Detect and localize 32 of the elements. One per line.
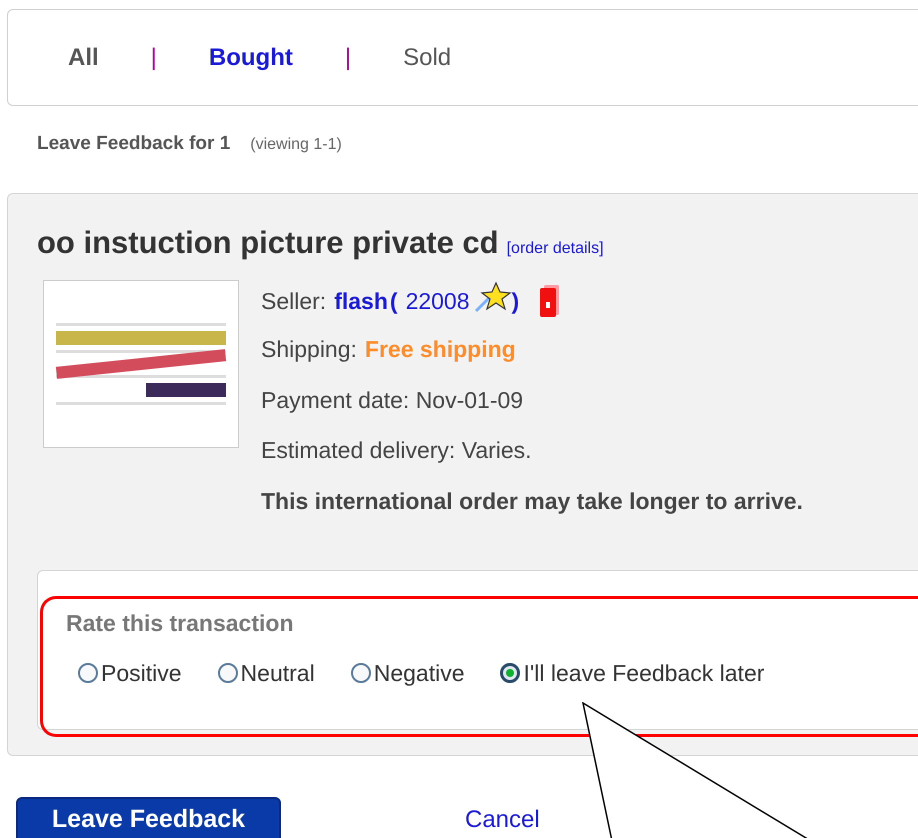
radio-button[interactable]	[78, 663, 98, 684]
shipping-label: Shipping:	[261, 335, 357, 364]
tab[interactable]: All	[68, 40, 99, 76]
open-paren: (	[390, 286, 398, 316]
option-label[interactable]: I'll leave Feedback later	[523, 656, 764, 690]
radio-button[interactable]	[350, 663, 371, 684]
tab[interactable]: Bought	[208, 40, 293, 76]
star-icon	[474, 281, 512, 313]
seller-label: Seller:	[261, 286, 326, 316]
cancel-link[interactable]: Cancel	[465, 802, 540, 838]
feedback-score-link[interactable]: 22008	[406, 284, 470, 318]
tab-separator: |	[344, 42, 352, 72]
viewing-count: (viewing 1-1)	[250, 135, 342, 155]
international-note: This international order may take longer to arrive.	[261, 486, 803, 516]
shipping-value: Free shipping	[364, 335, 516, 364]
estimated-delivery: Estimated delivery: Varies.	[261, 436, 533, 465]
close-paren: )	[512, 286, 520, 316]
tab[interactable]: Sold	[403, 40, 452, 76]
tab-separator: |	[150, 42, 157, 72]
leave-feedback-button[interactable]: Leave Feedback	[16, 796, 281, 838]
item-title: oo instuction picture private cd	[37, 224, 499, 262]
phone-icon	[539, 284, 562, 318]
option-label[interactable]: Neutral	[240, 656, 315, 690]
seller-link[interactable]: flash	[334, 284, 388, 318]
option-label[interactable]: Negative	[374, 656, 464, 690]
payment-date: Payment date: Nov-01-09	[261, 386, 524, 415]
radio-button[interactable]	[500, 663, 520, 684]
rating-title: Rate this transaction	[66, 608, 294, 638]
radio-button[interactable]	[218, 663, 238, 684]
order-details-link[interactable]: [order details]	[506, 236, 604, 260]
option-label[interactable]: Positive	[101, 656, 182, 690]
section-heading: Leave Feedback for 1	[37, 132, 230, 156]
